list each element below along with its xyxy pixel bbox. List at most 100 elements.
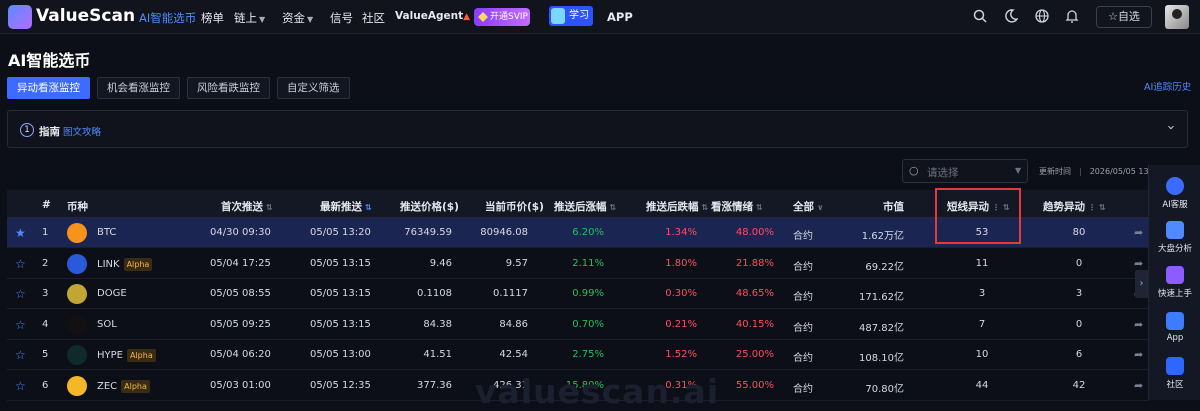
- cell-push-price: 0.1108: [417, 288, 452, 299]
- brand-logo-icon[interactable]: [8, 5, 32, 29]
- cell-first-push: 04/30 09:30: [210, 227, 271, 238]
- star-icon[interactable]: ☆: [15, 348, 26, 362]
- moon-icon[interactable]: [1004, 9, 1018, 23]
- cell-market-cap: 171.62亿: [859, 292, 904, 303]
- table-row[interactable]: ☆ DOGE 3 05/05 08:55 05/05 13:15 0.1108 0.1117…: [7, 279, 1148, 309]
- th-current-price: 当前币价($): [485, 201, 544, 213]
- table-row[interactable]: ☆ SOL 4 05/05 09:25 05/05 13:15 84.38 84.86 0.7…: [7, 310, 1148, 340]
- nav-community[interactable]: 社区: [362, 10, 385, 26]
- share-icon[interactable]: ➦: [1134, 226, 1143, 239]
- panel-community[interactable]: 社区: [1149, 357, 1200, 390]
- globe-icon[interactable]: [1035, 9, 1049, 23]
- star-icon[interactable]: ☆: [15, 379, 26, 393]
- nav-valueagent[interactable]: ValueAgent▲: [395, 10, 470, 22]
- brand-name[interactable]: ValueScan: [36, 6, 135, 26]
- bell-icon[interactable]: [1065, 9, 1079, 23]
- more-icon: ⋮: [1088, 203, 1096, 212]
- learn-button[interactable]: 学习: [549, 6, 593, 26]
- tab-risk-bearish[interactable]: 风险看跌监控: [187, 77, 270, 99]
- expand-panel-button[interactable]: ›: [1135, 270, 1148, 298]
- cell-market-cap: 1.62万亿: [861, 231, 904, 242]
- star-icon[interactable]: ☆: [15, 257, 26, 271]
- star-icon[interactable]: ★: [15, 226, 26, 240]
- panel-market-analysis[interactable]: 大盘分析: [1149, 221, 1200, 254]
- cell-first-push: 05/05 09:25: [210, 318, 271, 330]
- panel-label: 社区: [1166, 380, 1184, 390]
- avatar[interactable]: [1165, 5, 1189, 29]
- star-icon[interactable]: ☆: [15, 287, 26, 301]
- app-icon: [1166, 312, 1184, 330]
- nav-app[interactable]: APP: [607, 10, 633, 24]
- th-trend-label: 趋势异动: [1043, 201, 1085, 213]
- cell-first-push: 05/03 01:00: [210, 379, 271, 391]
- table-row[interactable]: ☆ HYPE Alpha 5 05/04 06:20 05/05 13:00 41.51 42…: [7, 340, 1148, 370]
- coin-icon: [67, 284, 87, 304]
- ai-tracking-history-link[interactable]: AI追踪历史: [1144, 79, 1191, 93]
- nav-onchain[interactable]: 链上 ▼: [234, 10, 265, 26]
- cell-first-push: 05/05 08:55: [210, 288, 271, 299]
- watchlist-button[interactable]: ☆自选: [1096, 6, 1152, 28]
- th-trend-anomaly[interactable]: 趋势异动 ⋮ ⇅: [1043, 199, 1106, 214]
- nav-funds[interactable]: 资金 ▼: [282, 10, 313, 26]
- cell-push-price: 76349.59: [404, 227, 452, 238]
- svip-button[interactable]: 开通SVIP: [474, 8, 530, 26]
- cell-index: 4: [42, 318, 49, 330]
- guide-tutorial-link[interactable]: 图文攻略: [63, 124, 101, 138]
- coin-icon: [67, 345, 87, 365]
- sort-icon: ⇅: [1099, 203, 1106, 212]
- cell-trend: 0: [1075, 318, 1083, 330]
- tab-custom-filter[interactable]: 自定义筛选: [277, 77, 350, 99]
- cell-contract-type: 合约: [793, 261, 813, 273]
- fire-icon: ▲: [463, 12, 471, 22]
- cell-coin[interactable]: BTC: [97, 227, 116, 238]
- th-latest-push[interactable]: 最新推送 ⇅: [320, 199, 372, 214]
- th-market-cap: 市值: [883, 201, 904, 213]
- cell-latest-push: 05/05 13:00: [310, 349, 371, 360]
- coin-symbol: ZEC: [97, 380, 118, 392]
- sort-icon: ⇅: [365, 203, 372, 212]
- cell-coin[interactable]: LINK Alpha: [97, 257, 153, 271]
- th-rise-after-push[interactable]: 推送后涨幅 ⇅: [554, 199, 616, 214]
- th-coin: 币种: [67, 201, 88, 213]
- share-icon[interactable]: ➦: [1134, 348, 1143, 361]
- guide-panel[interactable]: 1 指南 图文攻略 ›: [7, 110, 1188, 148]
- cell-market-cap: 70.80亿: [865, 383, 904, 395]
- sort-icon: ⇅: [266, 203, 273, 212]
- star-outline-icon: ☆: [1108, 10, 1118, 23]
- cell-rise: 6.20%: [572, 227, 604, 238]
- chevron-down-icon[interactable]: ›: [1163, 125, 1178, 130]
- share-icon[interactable]: ➦: [1134, 379, 1143, 392]
- cell-trend: 80: [1072, 227, 1086, 238]
- cell-fall: 1.52%: [665, 349, 697, 360]
- th-all-filter[interactable]: 全部 ∨: [793, 199, 824, 214]
- share-icon[interactable]: ➦: [1134, 318, 1143, 331]
- cell-sentiment: 48.65%: [735, 288, 774, 299]
- coin-filter-select[interactable]: ○ 请选择 ▼: [902, 159, 1028, 183]
- nav-signals[interactable]: 信号: [330, 10, 353, 26]
- star-icon[interactable]: ☆: [15, 318, 26, 332]
- cell-index: 6: [42, 379, 49, 391]
- nav-rankings[interactable]: 榜单: [201, 10, 224, 26]
- top-navbar: ValueScan AI智能选币 榜单 链上 ▼ 资金 ▼ 信号 社区 ValueA…: [0, 0, 1200, 34]
- cell-coin[interactable]: ZEC Alpha: [97, 379, 150, 393]
- tab-opportunity-bullish[interactable]: 机会看涨监控: [97, 77, 180, 99]
- cell-coin[interactable]: SOL: [97, 319, 117, 330]
- chart-icon: [1166, 221, 1184, 239]
- panel-quick-start[interactable]: 快速上手: [1149, 266, 1200, 299]
- cell-push-price: 84.38: [423, 318, 452, 330]
- cell-fall: 1.34%: [665, 227, 697, 238]
- th-bullish-sentiment[interactable]: 看涨情绪 ⇅: [711, 199, 763, 214]
- tab-anomaly-bullish[interactable]: 异动看涨监控: [7, 77, 90, 99]
- panel-ai-service[interactable]: AI客服: [1149, 177, 1200, 210]
- panel-app[interactable]: App: [1149, 312, 1200, 343]
- th-fall-after-push[interactable]: 推送后跌幅 ⇅: [646, 199, 708, 214]
- cell-sentiment: 25.00%: [735, 349, 774, 360]
- cell-coin[interactable]: HYPE Alpha: [97, 349, 156, 362]
- cell-coin[interactable]: DOGE: [97, 288, 127, 299]
- search-icon[interactable]: [973, 9, 987, 23]
- nav-ai-select[interactable]: AI智能选币: [139, 10, 196, 26]
- share-icon[interactable]: ➦: [1134, 257, 1143, 270]
- table-row[interactable]: ☆ LINK Alpha 2 05/04 17:25 05/05 13:15 9.46 9.5…: [7, 249, 1148, 279]
- th-first-push[interactable]: 首次推送 ⇅: [221, 199, 273, 214]
- cell-contract-type: 合约: [793, 353, 813, 364]
